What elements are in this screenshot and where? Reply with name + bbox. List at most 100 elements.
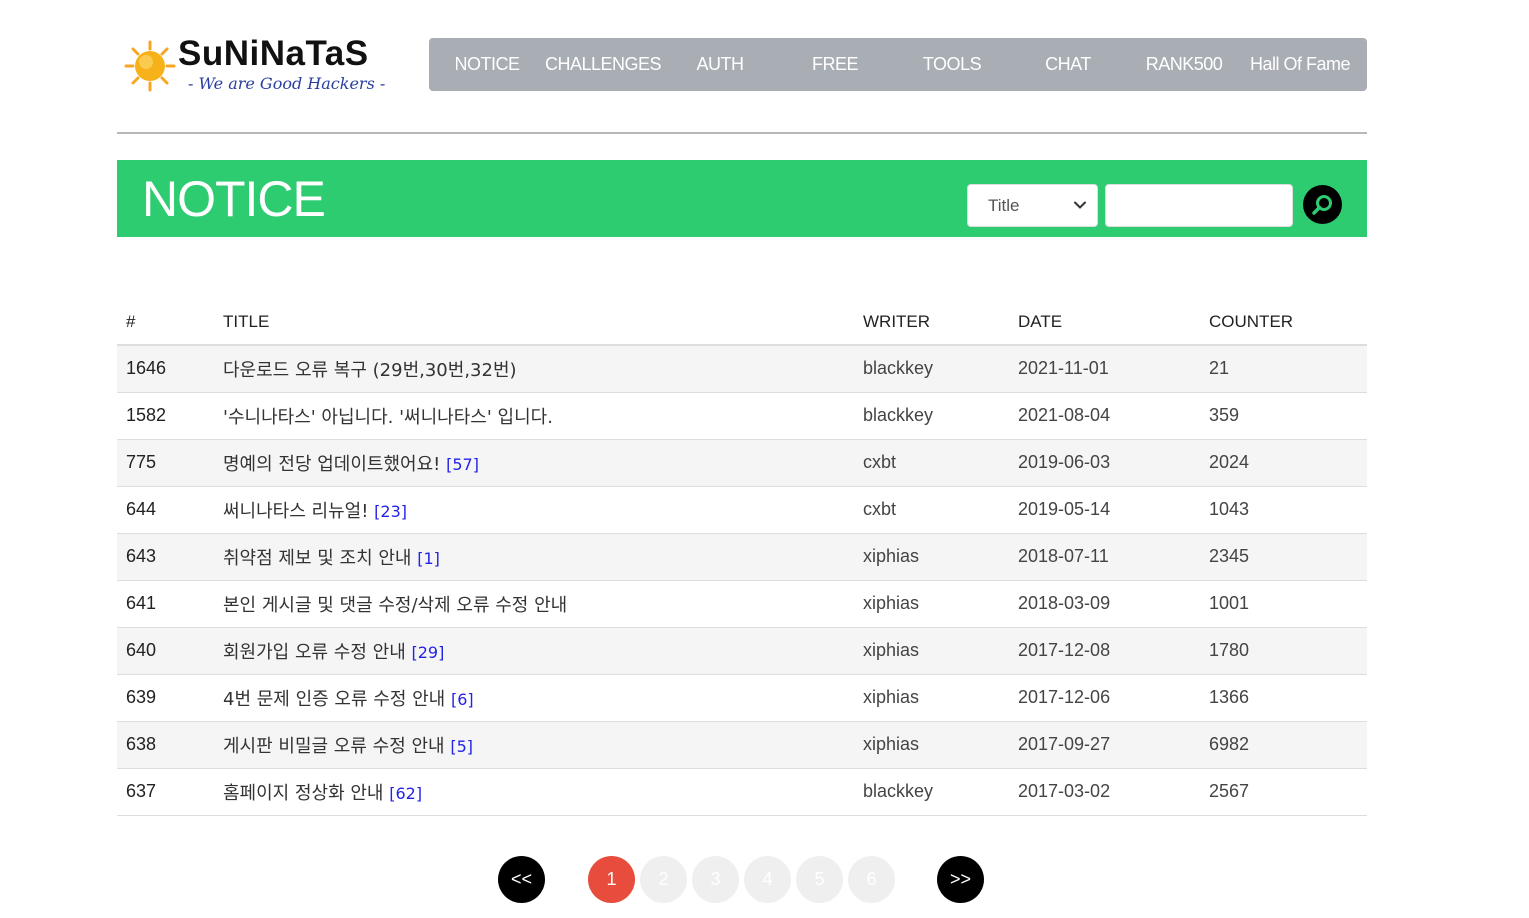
comment-count: [6] bbox=[450, 689, 474, 709]
cell-writer: blackkey bbox=[863, 392, 1018, 440]
cell-num: 643 bbox=[117, 533, 223, 581]
cell-title[interactable]: 4번 문제 인증 오류 수정 안내 [6] bbox=[223, 674, 863, 722]
cell-date: 2019-05-14 bbox=[1018, 486, 1209, 534]
table-row[interactable]: 641 본인 게시글 및 댓글 수정/삭제 오류 수정 안내 xiphias 2… bbox=[117, 580, 1367, 628]
post-title-link[interactable]: 써니나타스 리뉴얼! bbox=[223, 501, 368, 522]
comment-count: [23] bbox=[374, 501, 407, 521]
page-button-1[interactable]: 1 bbox=[588, 856, 635, 903]
table-row[interactable]: 639 4번 문제 인증 오류 수정 안내 [6] xiphias 2017-1… bbox=[117, 674, 1367, 722]
cell-counter: 1043 bbox=[1209, 486, 1367, 534]
nav-tools[interactable]: TOOLS bbox=[917, 38, 987, 91]
chevron-down-icon bbox=[1074, 201, 1086, 209]
cell-num: 638 bbox=[117, 721, 223, 769]
cell-writer: blackkey bbox=[863, 768, 1018, 816]
cell-title[interactable]: 다운로드 오류 복구 (29번,30번,32번) bbox=[223, 345, 863, 393]
cell-date: 2018-07-11 bbox=[1018, 533, 1209, 581]
cell-date: 2021-08-04 bbox=[1018, 392, 1209, 440]
table-row[interactable]: 638 게시판 비밀글 오류 수정 안내 [5] xiphias 2017-09… bbox=[117, 721, 1367, 769]
cell-title[interactable]: 홈페이지 정상화 안내 [62] bbox=[223, 768, 863, 816]
cell-title[interactable]: 회원가입 오류 수정 안내 [29] bbox=[223, 627, 863, 675]
table-header-row: # TITLE WRITER DATE COUNTER bbox=[117, 298, 1367, 346]
search-button[interactable] bbox=[1303, 185, 1342, 224]
table-row[interactable]: 637 홈페이지 정상화 안내 [62] blackkey 2017-03-02… bbox=[117, 768, 1367, 816]
cell-counter: 2567 bbox=[1209, 768, 1367, 816]
table-row[interactable]: 1646 다운로드 오류 복구 (29번,30번,32번) blackkey 2… bbox=[117, 345, 1367, 393]
page-button-4[interactable]: 4 bbox=[744, 856, 791, 903]
search-icon bbox=[1312, 195, 1332, 215]
site-logo[interactable]: SuNiNaTaS - We are Good Hackers - bbox=[124, 36, 385, 102]
cell-num: 640 bbox=[117, 627, 223, 675]
cell-writer: xiphias bbox=[863, 721, 1018, 769]
cell-counter: 21 bbox=[1209, 345, 1367, 393]
top-nav: NOTICE CHALLENGES AUTH FREE TOOLS CHAT R… bbox=[429, 38, 1367, 91]
cell-title[interactable]: 명예의 전당 업데이트했어요! [57] bbox=[223, 439, 863, 487]
cell-num: 1582 bbox=[117, 392, 223, 440]
cell-counter: 1001 bbox=[1209, 580, 1367, 628]
logo-subtitle: - We are Good Hackers - bbox=[188, 74, 386, 93]
cell-counter: 2345 bbox=[1209, 533, 1367, 581]
comment-count: [1] bbox=[417, 548, 440, 568]
nav-notice[interactable]: NOTICE bbox=[446, 38, 528, 91]
page-button-5[interactable]: 5 bbox=[796, 856, 843, 903]
col-header-num: # bbox=[117, 298, 223, 346]
post-title-link[interactable]: 게시판 비밀글 오류 수정 안내 bbox=[223, 736, 445, 757]
page-button-3[interactable]: 3 bbox=[692, 856, 739, 903]
table-row[interactable]: 640 회원가입 오류 수정 안내 [29] xiphias 2017-12-0… bbox=[117, 627, 1367, 675]
cell-counter: 2024 bbox=[1209, 439, 1367, 487]
cell-date: 2021-11-01 bbox=[1018, 345, 1209, 393]
post-title-link[interactable]: '수니나타스' 아닙니다. '써니나타스' 입니다. bbox=[223, 407, 553, 428]
col-header-date: DATE bbox=[1018, 298, 1209, 346]
table-row[interactable]: 644 써니나타스 리뉴얼! [23] cxbt 2019-05-14 1043 bbox=[117, 486, 1367, 534]
cell-date: 2017-09-27 bbox=[1018, 721, 1209, 769]
cell-num: 1646 bbox=[117, 345, 223, 393]
next-page-button[interactable]: >> bbox=[937, 856, 984, 903]
cell-counter: 6982 bbox=[1209, 721, 1367, 769]
nav-free[interactable]: FREE bbox=[805, 38, 865, 91]
post-title-link[interactable]: 명예의 전당 업데이트했어요! bbox=[223, 454, 440, 475]
post-title-link[interactable]: 취약점 제보 및 조치 안내 bbox=[223, 548, 412, 569]
table-row[interactable]: 643 취약점 제보 및 조치 안내 [1] xiphias 2018-07-1… bbox=[117, 533, 1367, 581]
cell-writer: blackkey bbox=[863, 345, 1018, 393]
cell-title[interactable]: 게시판 비밀글 오류 수정 안내 [5] bbox=[223, 721, 863, 769]
nav-hall-of-fame[interactable]: Hall Of Fame bbox=[1245, 38, 1355, 91]
post-title-link[interactable]: 다운로드 오류 복구 (29번,30번,32번) bbox=[223, 360, 517, 381]
nav-rank500[interactable]: RANK500 bbox=[1141, 38, 1227, 91]
col-header-counter: COUNTER bbox=[1209, 298, 1367, 346]
cell-date: 2017-12-06 bbox=[1018, 674, 1209, 722]
post-title-link[interactable]: 4번 문제 인증 오류 수정 안내 bbox=[223, 689, 445, 710]
comment-count: [62] bbox=[389, 783, 423, 803]
comment-count: [29] bbox=[411, 642, 445, 662]
comment-count: [5] bbox=[450, 736, 474, 756]
header-divider bbox=[117, 132, 1367, 134]
cell-num: 641 bbox=[117, 580, 223, 628]
cell-counter: 1780 bbox=[1209, 627, 1367, 675]
sun-icon bbox=[124, 40, 176, 92]
cell-date: 2017-12-08 bbox=[1018, 627, 1209, 675]
nav-auth[interactable]: AUTH bbox=[687, 38, 753, 91]
cell-title[interactable]: 본인 게시글 및 댓글 수정/삭제 오류 수정 안내 bbox=[223, 580, 863, 628]
nav-challenges[interactable]: CHALLENGES bbox=[543, 38, 663, 91]
cell-num: 775 bbox=[117, 439, 223, 487]
cell-writer: cxbt bbox=[863, 439, 1018, 487]
prev-page-button[interactable]: << bbox=[498, 856, 545, 903]
post-title-link[interactable]: 회원가입 오류 수정 안내 bbox=[223, 642, 406, 663]
cell-counter: 359 bbox=[1209, 392, 1367, 440]
post-title-link[interactable]: 본인 게시글 및 댓글 수정/삭제 오류 수정 안내 bbox=[223, 595, 567, 616]
cell-writer: xiphias bbox=[863, 533, 1018, 581]
cell-date: 2019-06-03 bbox=[1018, 439, 1209, 487]
page-button-2[interactable]: 2 bbox=[640, 856, 687, 903]
cell-title[interactable]: '수니나타스' 아닙니다. '써니나타스' 입니다. bbox=[223, 392, 863, 440]
cell-title[interactable]: 취약점 제보 및 조치 안내 [1] bbox=[223, 533, 863, 581]
notice-banner: NOTICE Title bbox=[117, 160, 1367, 237]
table-row[interactable]: 775 명예의 전당 업데이트했어요! [57] cxbt 2019-06-03… bbox=[117, 439, 1367, 487]
search-field-select[interactable]: Title bbox=[967, 184, 1098, 227]
cell-writer: xiphias bbox=[863, 674, 1018, 722]
table-row[interactable]: 1582 '수니나타스' 아닙니다. '써니나타스' 입니다. blackkey… bbox=[117, 392, 1367, 440]
post-title-link[interactable]: 홈페이지 정상화 안내 bbox=[223, 783, 383, 804]
cell-date: 2018-03-09 bbox=[1018, 580, 1209, 628]
notice-table: # TITLE WRITER DATE COUNTER 1646 다운로드 오류… bbox=[117, 298, 1367, 816]
search-input[interactable] bbox=[1105, 184, 1293, 227]
nav-chat[interactable]: CHAT bbox=[1037, 38, 1099, 91]
cell-title[interactable]: 써니나타스 리뉴얼! [23] bbox=[223, 486, 863, 534]
page-button-6[interactable]: 6 bbox=[848, 856, 895, 903]
